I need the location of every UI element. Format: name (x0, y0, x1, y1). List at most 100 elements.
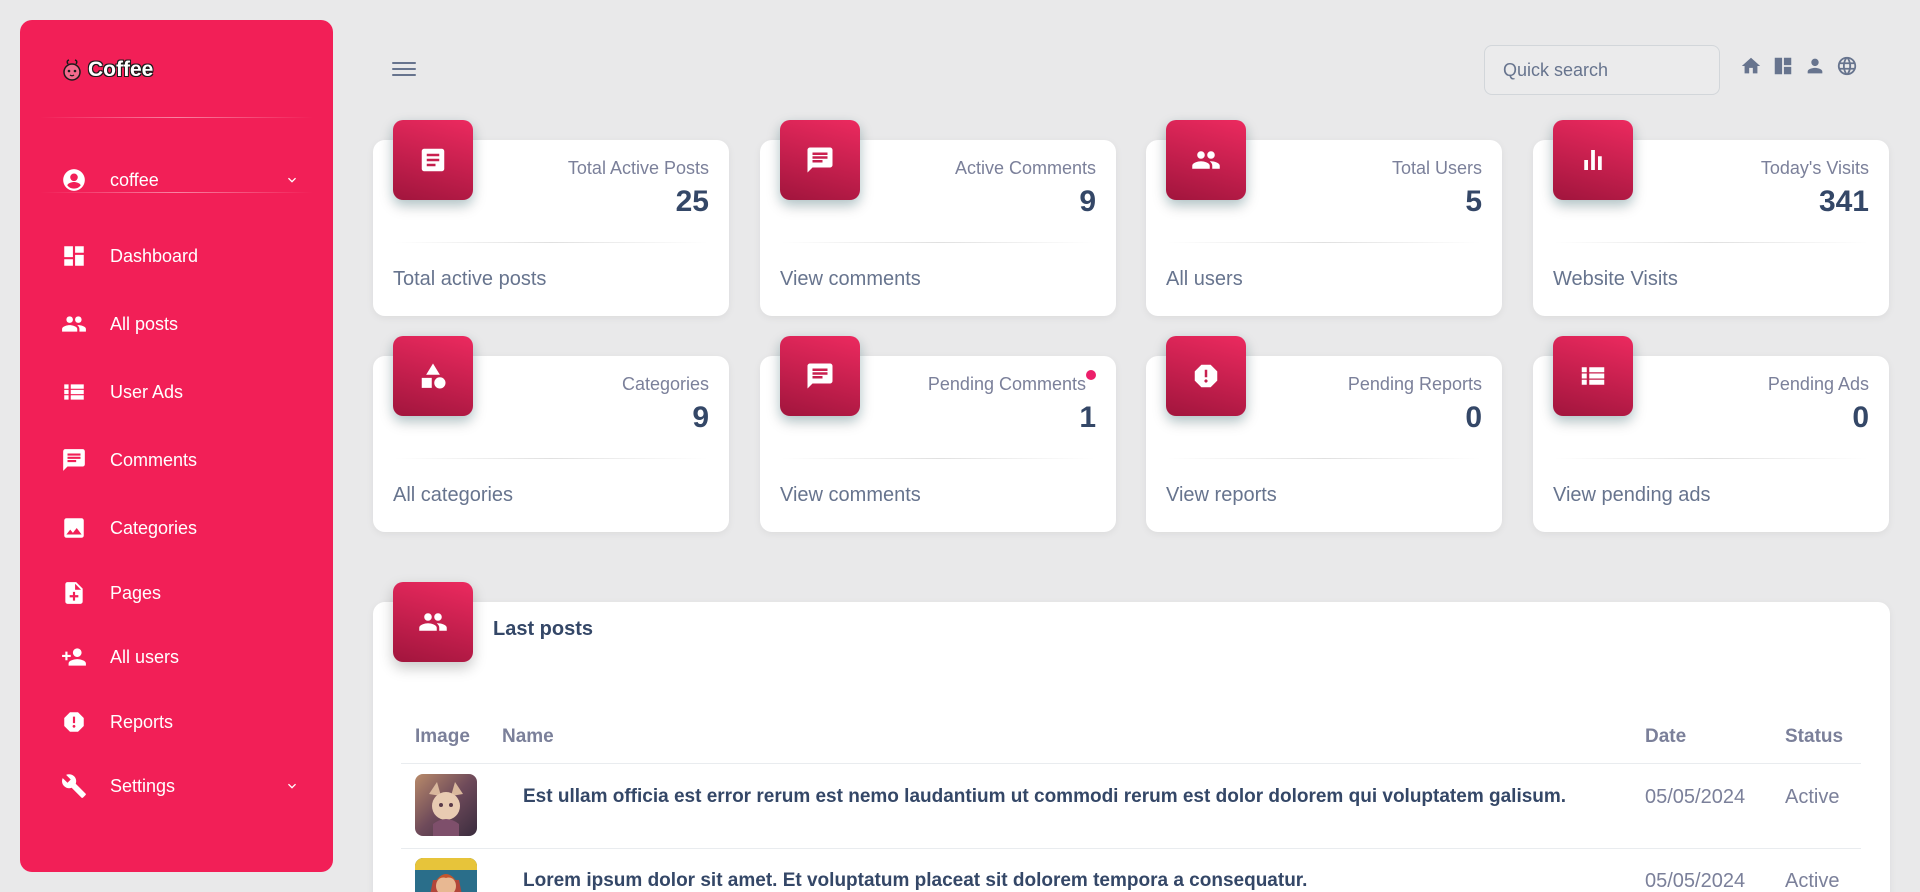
card-divider (1553, 458, 1869, 459)
post-date: 05/05/2024 (1645, 870, 1746, 892)
list-icon (60, 378, 88, 406)
stat-card-todays-visits: Today's Visits 341 Website Visits (1533, 120, 1889, 316)
image-icon (60, 514, 88, 542)
sidebar-item-settings[interactable]: Settings (60, 766, 300, 806)
post-thumbnail[interactable] (415, 858, 477, 892)
person-add-icon (60, 643, 88, 671)
stat-value: 1 (1079, 401, 1096, 434)
group-icon (419, 613, 447, 631)
sidebar-item-categories[interactable]: Categories (60, 508, 300, 548)
sidebar-item-label: Settings (110, 775, 176, 796)
comment-icon (807, 147, 833, 173)
top-icons (1740, 54, 1858, 78)
stat-link[interactable]: Website Visits (1553, 268, 1678, 291)
comment-icon (807, 363, 833, 389)
hamburger-icon-line (392, 74, 416, 76)
sidebar-item-user-ads[interactable]: User Ads (60, 372, 300, 412)
stat-card-active-comments: Active Comments 9 View comments (760, 120, 1116, 316)
card-divider (393, 458, 709, 459)
list-icon (1581, 367, 1605, 385)
sidebar-item-all-users[interactable]: All users (60, 637, 300, 677)
stat-label: Active Comments (954, 158, 1096, 178)
sidebar-item-label: Categories (110, 517, 198, 538)
stat-card-total-users: Total Users 5 All users (1146, 120, 1502, 316)
report-icon (60, 708, 88, 736)
hamburger-icon-line (392, 62, 416, 64)
chevron-down-icon (284, 778, 300, 794)
group-icon (1192, 151, 1220, 169)
card-divider (393, 242, 709, 243)
stat-label: Today's Visits (1760, 158, 1869, 178)
menu-toggle-button[interactable] (392, 58, 416, 82)
column-header-image: Image (415, 726, 470, 747)
user-icon[interactable] (1804, 54, 1826, 78)
post-name[interactable]: Est ullam officia est error rerum est ne… (523, 786, 1566, 808)
sidebar-item-comments[interactable]: Comments (60, 440, 300, 480)
dashboard-icon[interactable] (1772, 54, 1794, 78)
stat-badge (393, 336, 473, 416)
post-status: Active (1785, 786, 1840, 808)
sidebar-item-label: Dashboard (110, 245, 199, 266)
stat-label: Total Users (1391, 158, 1482, 178)
stat-link[interactable]: View reports (1166, 484, 1277, 507)
post-thumbnail[interactable] (415, 774, 477, 836)
account-circle-icon (60, 166, 88, 194)
sidebar-item-label: Reports (110, 711, 174, 732)
card-divider (780, 242, 1096, 243)
stat-label: Pending Comments (927, 374, 1086, 394)
wrench-icon (60, 772, 88, 800)
sidebar-item-label: All users (110, 646, 180, 667)
panel-title: Last posts (493, 618, 594, 640)
comment-icon (60, 446, 88, 474)
post-name[interactable]: Lorem ipsum dolor sit amet. Et voluptatu… (523, 870, 1307, 892)
stat-card-categories: Categories 9 All categories (373, 336, 729, 532)
globe-icon[interactable] (1836, 54, 1858, 78)
search-input[interactable] (1484, 45, 1720, 95)
stat-badge (1166, 120, 1246, 200)
stat-value: 9 (692, 401, 709, 434)
stat-label: Categories (621, 374, 709, 394)
stat-value: 5 (1465, 185, 1482, 218)
stat-link[interactable]: All categories (393, 484, 513, 507)
bar-chart-icon (1584, 150, 1602, 170)
hamburger-icon-line (392, 68, 416, 70)
sidebar-item-label: All posts (110, 313, 179, 334)
notification-dot (1086, 370, 1096, 380)
stat-link[interactable]: View comments (780, 268, 921, 291)
post-status: Active (1785, 870, 1840, 892)
stat-badge (1166, 336, 1246, 416)
chevron-down-icon (284, 172, 300, 188)
card-divider (1166, 242, 1482, 243)
user-name: coffee (110, 169, 159, 190)
stat-card-pending-reports: Pending Reports 0 View reports (1146, 336, 1502, 532)
last-posts-panel: Last posts Image Name Date Status Est ul… (373, 582, 1890, 892)
report-icon (1194, 364, 1218, 388)
sidebar-item-label: Comments (110, 449, 198, 470)
sidebar-item-dashboard[interactable]: Dashboard (60, 236, 300, 276)
brand-name: Coffee (88, 58, 154, 81)
sidebar-item-pages[interactable]: Pages (60, 573, 300, 613)
dashboard-icon (60, 242, 88, 270)
home-icon[interactable] (1740, 54, 1762, 78)
stat-link[interactable]: View pending ads (1553, 484, 1711, 507)
card-divider (780, 458, 1096, 459)
stat-card-pending-ads: Pending Ads 0 View pending ads (1533, 336, 1889, 532)
stat-badge (393, 120, 473, 200)
note-add-icon (60, 579, 88, 607)
brand-logo[interactable]: Coffee (60, 58, 153, 82)
stat-link[interactable]: All users (1166, 268, 1243, 291)
stat-badge (1553, 120, 1633, 200)
stat-link[interactable]: Total active posts (393, 268, 546, 291)
sidebar-item-reports[interactable]: Reports (60, 702, 300, 742)
card-divider (1553, 242, 1869, 243)
user-menu[interactable]: coffee (60, 160, 300, 200)
stat-value: 341 (1818, 185, 1869, 218)
stat-card-total-active-posts: Total Active Posts 25 Total active posts (373, 120, 729, 316)
table-divider (401, 848, 1861, 849)
sidebar-item-all-posts[interactable]: All posts (60, 304, 300, 344)
column-header-date: Date (1645, 726, 1687, 747)
stat-link[interactable]: View comments (780, 484, 921, 507)
people-icon (60, 310, 88, 338)
table-divider (401, 763, 1861, 764)
column-header-name: Name (502, 726, 554, 747)
